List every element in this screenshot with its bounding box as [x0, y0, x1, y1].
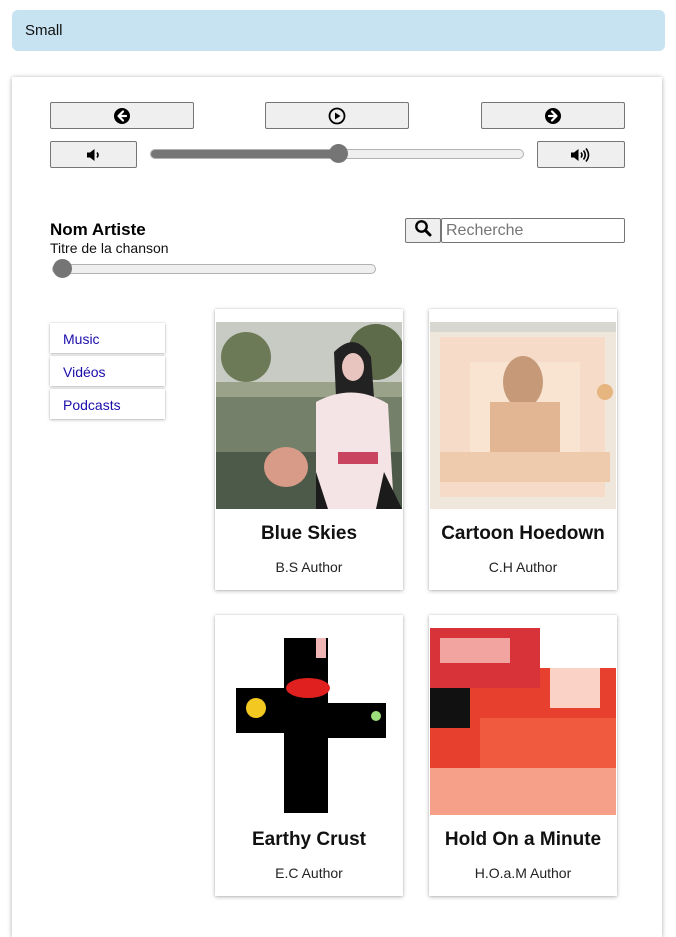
search-icon: [414, 219, 432, 242]
album-author: E.C Author: [275, 865, 343, 881]
album-author: C.H Author: [488, 559, 558, 575]
album-title: Hold On a Minute: [444, 829, 602, 850]
album-cover-image: [216, 628, 402, 815]
volume-slider-fill: [151, 150, 338, 158]
album-cover-image: [430, 628, 616, 815]
album-author: B.S Author: [275, 559, 343, 575]
volume-down-button[interactable]: [50, 141, 137, 168]
top-banner: Small: [12, 10, 665, 51]
volume-up-button[interactable]: [537, 141, 625, 168]
album-card[interactable]: Hold On a Minute H.O.a.M Author: [429, 615, 617, 896]
album-cover-image: [216, 322, 402, 509]
banner-label: Small: [25, 22, 63, 39]
search-button[interactable]: [405, 218, 441, 243]
artist-name: Nom Artiste: [50, 220, 146, 239]
volume-up-icon: [570, 147, 592, 163]
nav-item-music[interactable]: Music: [50, 323, 165, 353]
play-circle-icon: [328, 107, 346, 125]
album-card[interactable]: Earthy Crust E.C Author: [215, 615, 403, 896]
album-author: H.O.a.M Author: [474, 865, 572, 881]
progress-slider[interactable]: [52, 259, 376, 278]
arrow-left-circle-icon: [113, 107, 131, 125]
album-card[interactable]: Cartoon Hoedown C.H Author: [429, 309, 617, 590]
progress-slider-thumb[interactable]: [53, 259, 72, 278]
category-nav: Music Vidéos Podcasts: [50, 323, 165, 422]
album-cover-image: [430, 322, 616, 509]
play-button[interactable]: [265, 102, 409, 129]
album-card[interactable]: Blue Skies B.S Author: [215, 309, 403, 590]
album-title: Cartoon Hoedown: [441, 523, 605, 544]
next-button[interactable]: [481, 102, 625, 129]
previous-button[interactable]: [50, 102, 194, 129]
volume-slider-thumb[interactable]: [329, 144, 348, 163]
search-input[interactable]: [441, 218, 625, 243]
song-title: Titre de la chanson: [50, 240, 169, 256]
album-title: Earthy Crust: [251, 829, 367, 850]
nav-item-podcasts[interactable]: Podcasts: [50, 389, 165, 419]
album-title: Blue Skies: [260, 523, 358, 544]
arrow-right-circle-icon: [544, 107, 562, 125]
volume-slider[interactable]: [150, 144, 524, 163]
nav-item-videos[interactable]: Vidéos: [50, 356, 165, 386]
volume-down-icon: [85, 147, 103, 163]
